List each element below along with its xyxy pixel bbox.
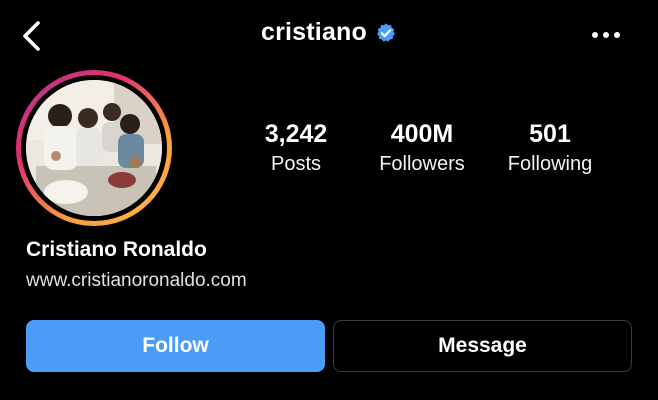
stat-following[interactable]: 501 Following xyxy=(480,118,620,178)
stat-followers[interactable]: 400M Followers xyxy=(352,118,492,178)
profile-stats: 3,242 Posts 400M Followers 501 Following xyxy=(0,118,658,188)
posts-label: Posts xyxy=(270,153,322,175)
stat-posts[interactable]: 3,242 Posts xyxy=(226,118,366,178)
message-button[interactable]: Message xyxy=(333,320,632,372)
follow-button[interactable]: Follow xyxy=(26,320,325,372)
following-count: 501 xyxy=(529,120,571,148)
following-label: Following xyxy=(507,153,593,175)
verified-badge-icon xyxy=(377,22,395,42)
username: cristiano xyxy=(261,18,367,46)
top-bar: cristiano xyxy=(0,0,658,72)
posts-count: 3,242 xyxy=(264,120,328,148)
more-options-button[interactable] xyxy=(586,20,626,50)
more-horizontal-icon xyxy=(592,32,620,38)
website-link[interactable]: www.cristianoronaldo.com xyxy=(26,270,247,292)
followers-count: 400M xyxy=(390,120,454,148)
full-name: Cristiano Ronaldo xyxy=(26,238,207,261)
followers-label: Followers xyxy=(379,153,465,175)
profile-header-title: cristiano xyxy=(0,18,658,47)
